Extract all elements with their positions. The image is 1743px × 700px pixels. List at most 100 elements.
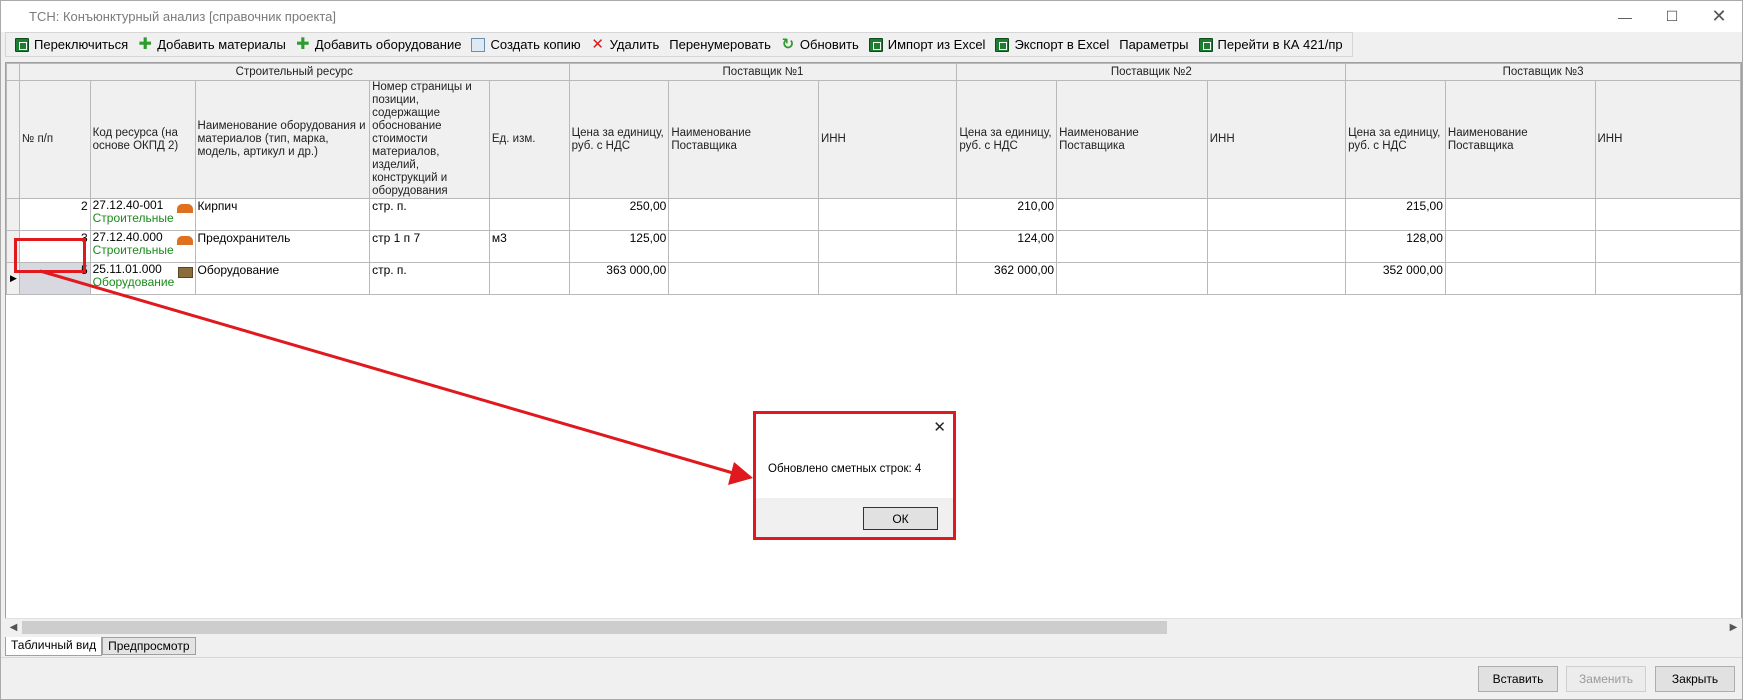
plus-icon: ✚ [296, 35, 310, 53]
table-row[interactable]: 3 27.12.40.000 Строительные Предохраните… [6, 230, 1741, 263]
tab-table-view[interactable]: Табличный вид [5, 637, 103, 656]
cell-page[interactable]: стр 1 п 7 [369, 230, 490, 263]
cell-inn-3[interactable] [1594, 230, 1741, 263]
delete-button[interactable]: ✕ Удалить [586, 34, 665, 56]
col-header-supplier-name-2[interactable]: Наименование Поставщика [1056, 80, 1208, 199]
create-copy-button[interactable]: Создать копию [466, 34, 585, 56]
cell-unit[interactable]: м3 [488, 230, 570, 263]
import-excel-button[interactable]: Импорт из Excel [864, 34, 991, 56]
cell-inn-2[interactable] [1206, 262, 1347, 295]
table-row-current[interactable]: ▶ 5 25.11.01.000 Оборудование Оборудован… [6, 262, 1741, 295]
scroll-left-icon[interactable]: ◀ [5, 619, 22, 636]
scroll-right-icon[interactable]: ▶ [1725, 619, 1742, 636]
insert-button[interactable]: Вставить [1478, 666, 1558, 692]
cell-supplier-1[interactable] [668, 230, 819, 263]
goto-ka-label: Перейти в КА 421/пр [1217, 37, 1343, 52]
window-title: ТСН: Конъюнктурный анализ [справочник пр… [29, 9, 336, 24]
cell-price-3[interactable]: 128,00 [1345, 230, 1446, 263]
cell-supplier-3[interactable] [1444, 198, 1596, 231]
add-equipment-label: Добавить оборудование [314, 37, 462, 52]
refresh-icon: ↻ [781, 35, 795, 53]
cell-name[interactable]: Предохранитель [194, 230, 371, 263]
cell-page[interactable]: стр. п. [369, 198, 490, 231]
cell-page[interactable]: стр. п. [369, 262, 490, 295]
maximize-button[interactable]: ☐ [1649, 1, 1695, 32]
cell-price-2[interactable]: 124,00 [956, 230, 1058, 263]
equipment-box-icon [177, 267, 193, 278]
cell-price-3[interactable]: 352 000,00 [1345, 262, 1446, 295]
parameters-label: Параметры [1119, 37, 1189, 52]
cell-supplier-3[interactable] [1444, 230, 1596, 263]
col-header-price-3[interactable]: Цена за единицу, руб. с НДС [1345, 80, 1446, 199]
col-header-num[interactable]: № п/п [18, 80, 91, 199]
category-label: Строительные [92, 243, 174, 257]
cell-price-1[interactable]: 125,00 [568, 230, 670, 263]
col-header-inn-2[interactable]: ИНН [1206, 80, 1347, 199]
parameters-button[interactable]: Параметры [1114, 34, 1193, 56]
row-indicator[interactable] [6, 198, 20, 231]
cell-inn-1[interactable] [817, 262, 958, 295]
switch-button[interactable]: Переключиться [10, 34, 133, 56]
import-excel-label: Импорт из Excel [887, 37, 986, 52]
cell-code[interactable]: 27.12.40.000 Строительные [89, 230, 196, 263]
add-materials-label: Добавить материалы [157, 37, 286, 52]
horizontal-scrollbar[interactable]: ◀ ▶ [5, 618, 1742, 635]
col-header-supplier-name-3[interactable]: Наименование Поставщика [1444, 80, 1596, 199]
cell-supplier-1[interactable] [668, 198, 819, 231]
cell-unit[interactable] [488, 198, 570, 231]
add-materials-button[interactable]: ✚ Добавить материалы [133, 34, 291, 56]
cell-supplier-1[interactable] [668, 262, 819, 295]
excel-icon [995, 37, 1010, 52]
cell-price-1[interactable]: 363 000,00 [568, 262, 670, 295]
cell-inn-2[interactable] [1206, 230, 1347, 263]
replace-button[interactable]: Заменить [1566, 666, 1646, 692]
cell-inn-3[interactable] [1594, 198, 1741, 231]
goto-ka-button[interactable]: Перейти в КА 421/пр [1194, 34, 1348, 56]
col-header-price-1[interactable]: Цена за единицу, руб. с НДС [568, 80, 670, 199]
cell-name[interactable]: Кирпич [194, 198, 371, 231]
add-equipment-button[interactable]: ✚ Добавить оборудование [291, 34, 467, 56]
toolbar: Переключиться ✚ Добавить материалы ✚ Доб… [5, 32, 1353, 57]
col-header-unit[interactable]: Ед. изм. [488, 80, 570, 199]
col-header-name[interactable]: Наименование оборудования и материалов (… [194, 80, 371, 199]
refresh-label: Обновить [799, 37, 859, 52]
col-header-inn-1[interactable]: ИНН [817, 80, 958, 199]
export-excel-button[interactable]: Экспорт в Excel [990, 34, 1114, 56]
cell-num[interactable]: 2 [18, 198, 91, 231]
plus-icon: ✚ [138, 35, 152, 53]
col-header-price-2[interactable]: Цена за единицу, руб. с НДС [956, 80, 1058, 199]
cell-unit[interactable] [488, 262, 570, 295]
cell-code[interactable]: 27.12.40-001 Строительные [89, 198, 196, 231]
close-button[interactable]: Закрыть [1655, 666, 1735, 692]
scrollbar-thumb[interactable] [22, 621, 1167, 634]
cell-supplier-3[interactable] [1444, 262, 1596, 295]
close-window-button[interactable]: ✕ [1696, 1, 1742, 32]
renumber-button[interactable]: Перенумеровать [664, 34, 776, 56]
minimize-button[interactable]: — [1602, 1, 1648, 32]
renumber-label: Перенумеровать [669, 37, 771, 52]
cell-supplier-2[interactable] [1056, 230, 1208, 263]
cell-name[interactable]: Оборудование [194, 262, 371, 295]
app-window: ТСН: Конъюнктурный анализ [справочник пр… [0, 0, 1743, 700]
cell-price-1[interactable]: 250,00 [568, 198, 670, 231]
cell-price-2[interactable]: 362 000,00 [956, 262, 1058, 295]
tab-preview[interactable]: Предпросмотр [102, 637, 196, 655]
cell-inn-2[interactable] [1206, 198, 1347, 231]
cell-supplier-2[interactable] [1056, 198, 1208, 231]
cell-inn-1[interactable] [817, 230, 958, 263]
table-row[interactable]: 2 27.12.40-001 Строительные Кирпич стр. … [6, 198, 1741, 231]
cell-code[interactable]: 25.11.01.000 Оборудование [89, 262, 196, 295]
col-header-inn-3[interactable]: ИНН [1594, 80, 1741, 199]
cell-inn-1[interactable] [817, 198, 958, 231]
cell-supplier-2[interactable] [1056, 262, 1208, 295]
cell-price-3[interactable]: 215,00 [1345, 198, 1446, 231]
cell-inn-3[interactable] [1594, 262, 1741, 295]
copy-icon [471, 37, 486, 52]
switch-label: Переключиться [34, 37, 129, 52]
col-header-supplier-name-1[interactable]: Наименование Поставщика [668, 80, 819, 199]
cell-price-2[interactable]: 210,00 [956, 198, 1058, 231]
row-indicator-col [6, 80, 20, 199]
col-header-page[interactable]: Номер страницы и позиции, содержащие обо… [369, 80, 490, 199]
col-header-code[interactable]: Код ресурса (на основе ОКПД 2) [89, 80, 196, 199]
refresh-button[interactable]: ↻ Обновить [776, 34, 864, 56]
